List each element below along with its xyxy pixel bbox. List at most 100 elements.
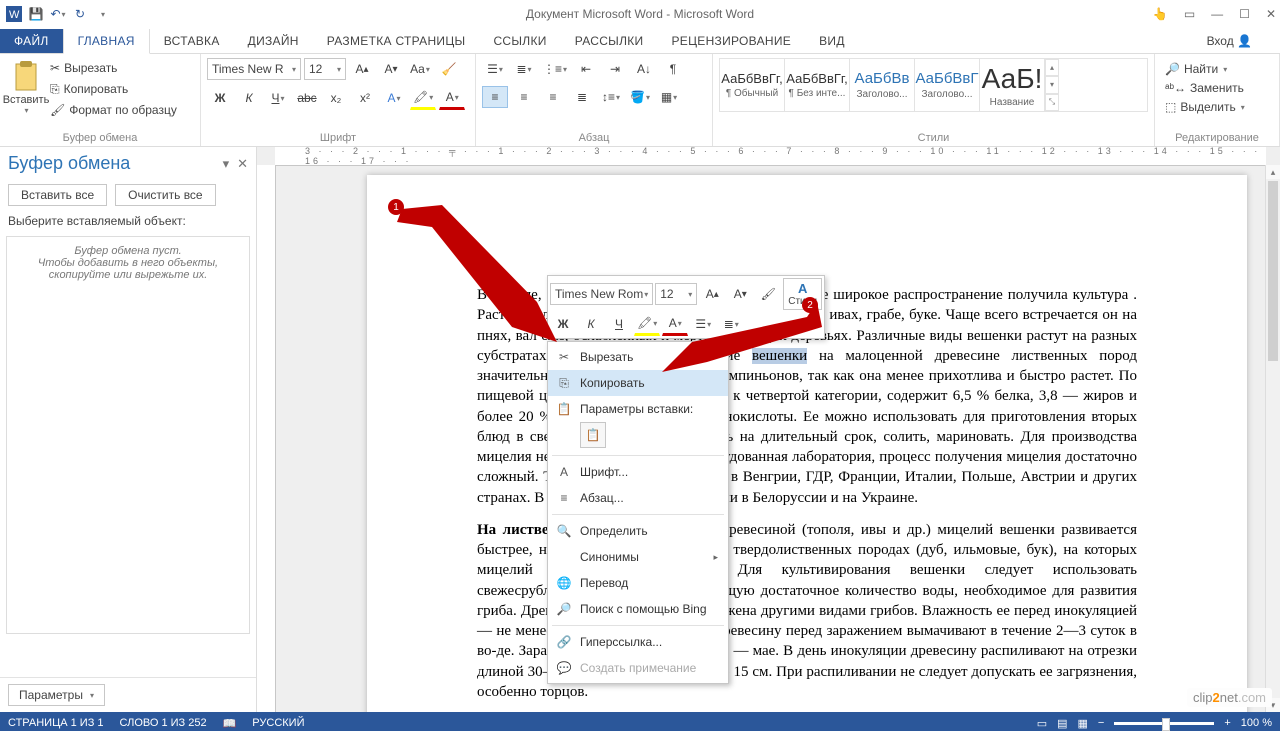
ctx-comment[interactable]: 💬Создать примечание	[548, 655, 728, 681]
mini-shrink-font[interactable]: A▾	[727, 283, 753, 305]
align-center-button[interactable]: ≡	[511, 86, 537, 108]
sort-button[interactable]: A↓	[631, 58, 657, 80]
subscript-button[interactable]: x₂	[323, 87, 349, 109]
zoom-in[interactable]: +	[1224, 717, 1230, 729]
mini-font-family[interactable]: Times New Rom▾	[550, 283, 653, 305]
save-icon[interactable]: 💾	[26, 4, 46, 24]
format-painter-button[interactable]: 🖌Формат по образцу	[50, 100, 177, 120]
vertical-ruler[interactable]	[257, 165, 276, 712]
line-spacing-button[interactable]: ↕≡▾	[598, 86, 624, 108]
ctx-hyperlink[interactable]: 🔗Гиперссылка...	[548, 629, 728, 655]
tab-view[interactable]: ВИД	[805, 29, 859, 53]
mini-underline[interactable]: Ч	[606, 313, 632, 335]
font-color-button[interactable]: A▾	[439, 86, 465, 110]
ctx-synonyms[interactable]: Синонимы▸	[548, 544, 728, 570]
status-proofing-icon[interactable]: 📖	[223, 717, 237, 730]
tab-home[interactable]: ГЛАВНАЯ	[63, 28, 150, 54]
maximize-icon[interactable]: ☐	[1239, 7, 1250, 21]
document-page[interactable]: В Европе, Северной Америке, Азии и в наш…	[367, 175, 1247, 712]
highlight-button[interactable]: 🖍▾	[410, 86, 436, 110]
pane-close-icon[interactable]: ✕	[237, 156, 248, 172]
ctx-paste-keep-source[interactable]: 📋	[580, 422, 606, 448]
status-page[interactable]: СТРАНИЦА 1 ИЗ 1	[8, 717, 104, 729]
mini-font-color[interactable]: A▾	[662, 312, 688, 336]
mini-grow-font[interactable]: A▴	[699, 283, 725, 305]
font-size-select[interactable]: 12▾	[304, 58, 346, 80]
status-language[interactable]: РУССКИЙ	[252, 717, 304, 729]
mini-font-size[interactable]: 12▾	[655, 283, 697, 305]
ctx-bing[interactable]: 🔎Поиск с помощью Bing	[548, 596, 728, 622]
view-web-layout[interactable]: ▦	[1078, 717, 1088, 730]
horizontal-ruler[interactable]: 3 · · · 2 · · · 1 · · · ╤ · · · 1 · · · …	[275, 147, 1266, 166]
grow-font-button[interactable]: A▴	[349, 58, 375, 80]
view-print-layout[interactable]: ▤	[1057, 717, 1067, 730]
mini-bold[interactable]: Ж	[550, 313, 576, 335]
clear-format-button[interactable]: 🧹	[436, 58, 462, 80]
align-right-button[interactable]: ≡	[540, 86, 566, 108]
zoom-slider[interactable]	[1114, 722, 1214, 725]
zoom-out[interactable]: −	[1098, 717, 1104, 729]
multilevel-button[interactable]: ⋮≡▾	[540, 58, 570, 80]
ctx-paragraph[interactable]: ≡Абзац...	[548, 485, 728, 511]
minimize-icon[interactable]: —	[1211, 7, 1223, 21]
selected-text[interactable]: вешенки	[752, 348, 807, 364]
mini-format-painter[interactable]: 🖌	[755, 283, 781, 305]
pane-options-icon[interactable]: ▾	[223, 156, 230, 172]
tab-layout[interactable]: РАЗМЕТКА СТРАНИЦЫ	[313, 29, 480, 53]
paste-button[interactable]: Вставить▾	[6, 58, 46, 126]
bullets-button[interactable]: ☰▾	[482, 58, 508, 80]
tab-design[interactable]: ДИЗАЙН	[234, 29, 313, 53]
copy-button[interactable]: ⎘Копировать	[50, 79, 177, 99]
document-body[interactable]: В Европе, Северной Америке, Азии и в наш…	[367, 175, 1247, 712]
clear-all-button[interactable]: Очистить все	[115, 184, 215, 206]
close-icon[interactable]: ✕	[1266, 7, 1276, 21]
underline-button[interactable]: Ч▾	[265, 87, 291, 109]
numbering-button[interactable]: ≣▾	[511, 58, 537, 80]
mini-italic[interactable]: К	[578, 313, 604, 335]
show-marks-button[interactable]: ¶	[660, 58, 686, 80]
tab-references[interactable]: ССЫЛКИ	[479, 29, 560, 53]
ctx-font[interactable]: AШрифт...	[548, 459, 728, 485]
sign-in[interactable]: Вход 👤	[1193, 29, 1280, 53]
select-button[interactable]: ⬚Выделить▾	[1161, 98, 1273, 116]
align-left-button[interactable]: ≡	[482, 86, 508, 108]
shading-button[interactable]: 🪣▾	[627, 86, 653, 108]
paste-all-button[interactable]: Вставить все	[8, 184, 107, 206]
bold-button[interactable]: Ж	[207, 87, 233, 109]
qat-customize-icon[interactable]: ▾	[93, 4, 113, 24]
replace-button[interactable]: ᵃᵇ↔Заменить	[1161, 79, 1273, 97]
styles-scroll[interactable]: ▴▾⤡	[1045, 59, 1059, 111]
redo-icon[interactable]: ↻	[70, 4, 90, 24]
outdent-button[interactable]: ⇤	[573, 58, 599, 80]
ctx-define[interactable]: 🔍Определить	[548, 518, 728, 544]
mini-bullets[interactable]: ☰▾	[690, 313, 716, 335]
pane-params-button[interactable]: Параметры▾	[8, 684, 105, 706]
view-read-mode[interactable]: ▭	[1037, 717, 1047, 730]
tab-file[interactable]: ФАЙЛ	[0, 29, 63, 53]
style-no-spacing[interactable]: АаБбВвГг,¶ Без инте...	[785, 59, 850, 111]
status-word-count[interactable]: СЛОВО 1 ИЗ 252	[120, 717, 207, 729]
undo-icon[interactable]: ↶▾	[48, 4, 68, 24]
style-heading2[interactable]: АаБбВвГЗаголово...	[915, 59, 980, 111]
touch-mode-icon[interactable]: 👆	[1153, 7, 1168, 21]
change-case-button[interactable]: Aa▾	[407, 58, 433, 80]
styles-gallery[interactable]: АаБбВвГг,¶ Обычный АаБбВвГг,¶ Без инте..…	[719, 58, 1148, 112]
style-title[interactable]: АаБ!Название	[980, 59, 1045, 111]
vertical-scrollbar[interactable]: ▴▾	[1265, 165, 1280, 712]
ctx-copy[interactable]: ⎘Копировать	[548, 370, 728, 396]
zoom-level[interactable]: 100 %	[1241, 717, 1272, 729]
ctx-translate[interactable]: 🌐Перевод	[548, 570, 728, 596]
align-justify-button[interactable]: ≣	[569, 86, 595, 108]
italic-button[interactable]: К	[236, 87, 262, 109]
find-button[interactable]: 🔎Найти▾	[1161, 60, 1273, 78]
cut-button[interactable]: ✂Вырезать	[50, 58, 177, 78]
indent-button[interactable]: ⇥	[602, 58, 628, 80]
mini-highlight[interactable]: 🖍▾	[634, 312, 660, 336]
mini-numbering[interactable]: ≣▾	[718, 313, 744, 335]
text-effects-button[interactable]: A▾	[381, 87, 407, 109]
ctx-cut[interactable]: ✂Вырезать	[548, 344, 728, 370]
tab-mailings[interactable]: РАССЫЛКИ	[561, 29, 658, 53]
borders-button[interactable]: ▦▾	[656, 86, 682, 108]
strike-button[interactable]: abc	[294, 87, 320, 109]
shrink-font-button[interactable]: A▾	[378, 58, 404, 80]
